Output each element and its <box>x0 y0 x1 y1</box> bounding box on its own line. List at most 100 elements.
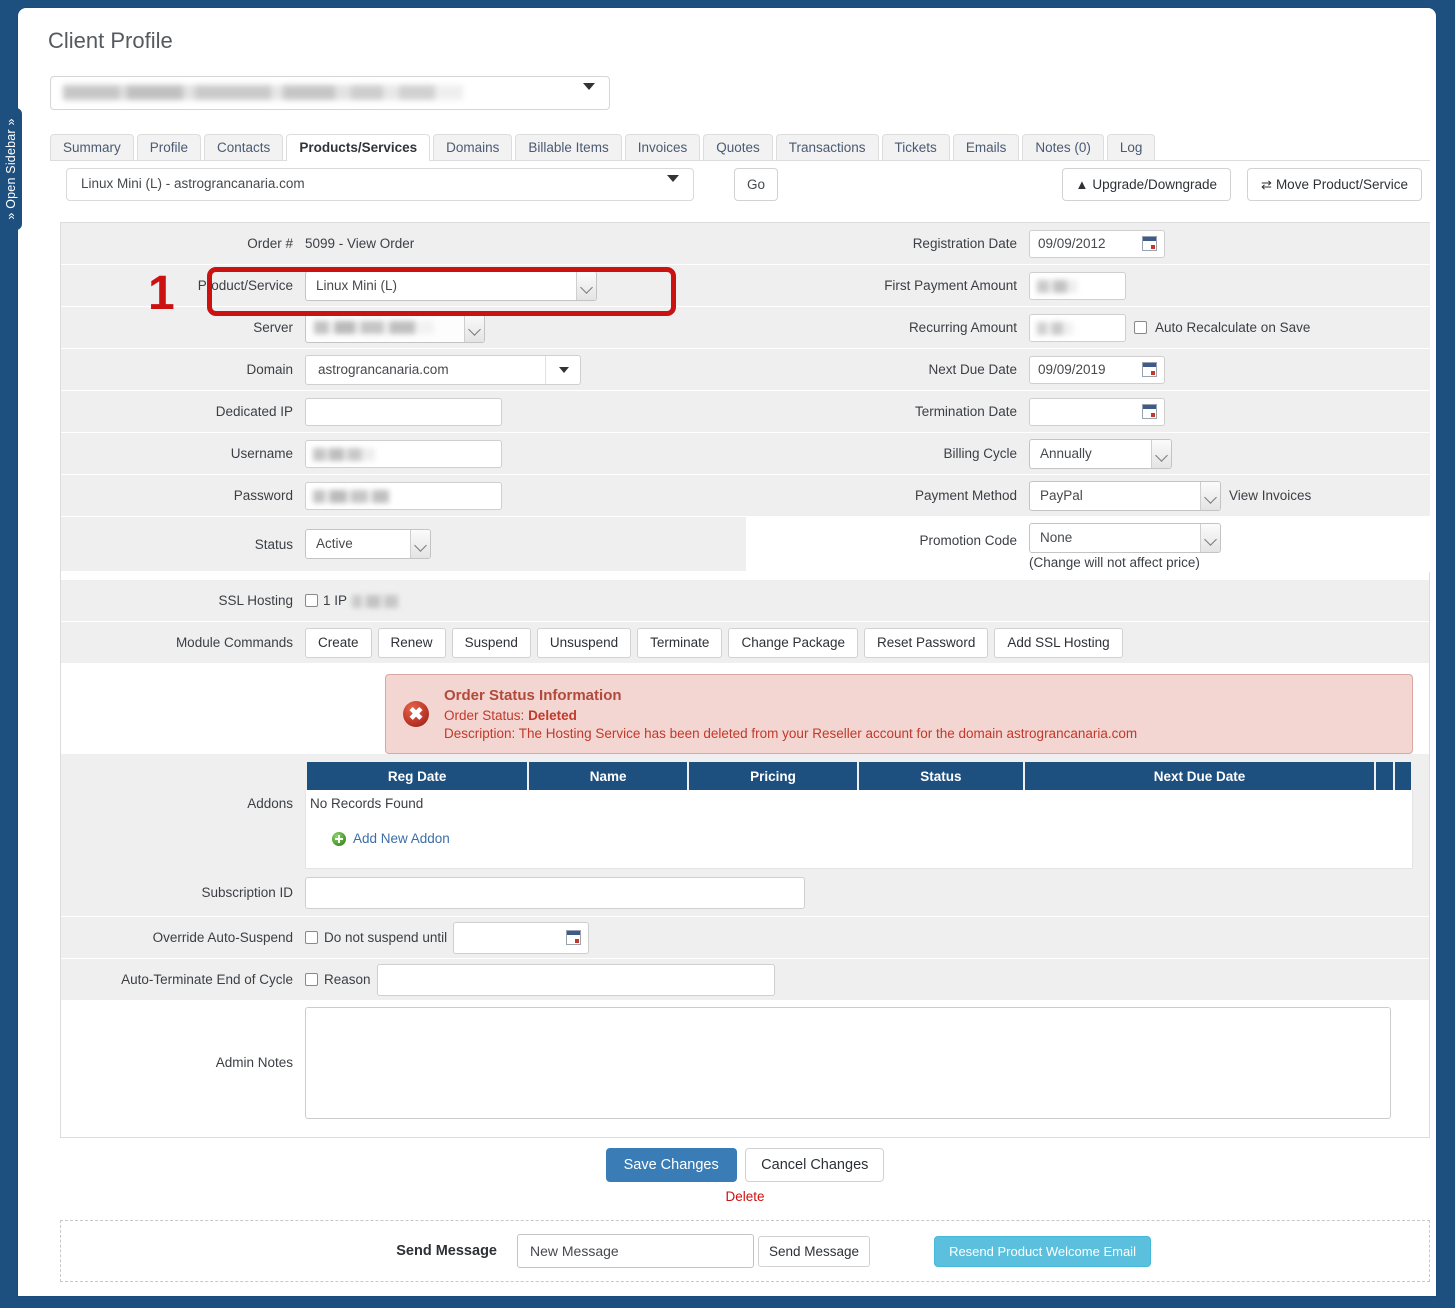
product-service-selector[interactable]: Linux Mini (L) - astrograncanaria.com <box>66 168 694 201</box>
addons-col-next-due-date[interactable]: Next Due Date <box>1024 762 1375 790</box>
payment-method-select[interactable]: PayPal <box>1029 480 1221 511</box>
product-details-card: Order # 5099 - View Order Product/Servic… <box>60 222 1430 1138</box>
module-command-create[interactable]: Create <box>305 627 372 658</box>
domain-select[interactable]: astrograncanaria.com <box>305 354 581 388</box>
chevron-down-icon <box>464 313 484 342</box>
first-payment-input[interactable] <box>1029 271 1126 300</box>
addons-section: Addons Reg Date Name Pricing Status Next… <box>61 754 1429 869</box>
payment-method-value: PayPal <box>1040 487 1083 503</box>
calendar-icon[interactable] <box>566 929 582 945</box>
payment-method-label: Payment Method <box>914 488 1017 503</box>
module-command-change-package[interactable]: Change Package <box>728 627 859 658</box>
open-sidebar-tab[interactable]: » Open Sidebar » <box>0 108 22 230</box>
registration-date-field[interactable] <box>1029 229 1165 258</box>
module-command-renew[interactable]: Renew <box>377 627 446 658</box>
do-not-suspend-date-field[interactable] <box>453 921 590 954</box>
tab-emails[interactable]: Emails <box>952 134 1020 161</box>
tab-profile[interactable]: Profile <box>136 134 202 161</box>
module-command-suspend[interactable]: Suspend <box>451 627 531 658</box>
product-service-select-value: Linux Mini (L) <box>316 277 398 293</box>
tab-products-services[interactable]: Products/Services <box>286 134 431 161</box>
username-input[interactable] <box>305 439 502 468</box>
tab-notes[interactable]: Notes (0) <box>1022 134 1104 161</box>
tab-contacts[interactable]: Contacts <box>204 134 284 161</box>
module-command-terminate[interactable]: Terminate <box>637 627 723 658</box>
client-selector[interactable] <box>50 76 610 110</box>
tab-billable-items[interactable]: Billable Items <box>515 134 622 161</box>
auto-recalculate-checkbox[interactable] <box>1134 321 1147 334</box>
resend-welcome-email-button[interactable]: Resend Product Welcome Email <box>934 1235 1151 1267</box>
row-first-payment: First Payment Amount <box>746 265 1430 307</box>
recurring-amount-input[interactable] <box>1029 313 1126 342</box>
row-password: Password <box>61 475 746 517</box>
calendar-icon[interactable] <box>1142 361 1157 377</box>
tab-domains[interactable]: Domains <box>433 134 513 161</box>
calendar-icon[interactable] <box>1142 235 1157 251</box>
tab-invoices[interactable]: Invoices <box>624 134 701 161</box>
row-promotion-code: Promotion Code None (Change will not aff… <box>746 517 1430 572</box>
tab-summary[interactable]: Summary <box>50 134 134 161</box>
save-changes-button[interactable]: Save Changes <box>605 1148 737 1182</box>
override-auto-suspend-label: Override Auto-Suspend <box>152 930 293 945</box>
termination-date-field[interactable] <box>1029 397 1165 426</box>
tab-tickets[interactable]: Tickets <box>881 134 950 161</box>
go-button[interactable]: Go <box>734 168 778 201</box>
row-payment-method: Payment Method PayPal View Invoices <box>746 475 1430 517</box>
password-input[interactable] <box>305 481 502 510</box>
view-invoices-link[interactable]: View Invoices <box>1229 488 1311 503</box>
status-select[interactable]: Active <box>305 529 431 559</box>
recurring-amount-label: Recurring Amount <box>908 320 1017 335</box>
row-termination-date: Termination Date <box>746 391 1430 433</box>
cancel-changes-button[interactable]: Cancel Changes <box>745 1148 885 1182</box>
subscription-id-input[interactable] <box>305 876 805 909</box>
product-service-selector-value: Linux Mini (L) - astrograncanaria.com <box>81 176 305 191</box>
row-billing-cycle: Billing Cycle Annually <box>746 433 1430 475</box>
admin-notes-textarea[interactable] <box>305 1006 1391 1119</box>
addons-col-extra-2 <box>1394 762 1411 790</box>
calendar-icon[interactable] <box>1142 403 1157 419</box>
send-message-button[interactable]: Send Message <box>758 1235 871 1267</box>
add-new-addon-button[interactable]: Add New Addon <box>332 831 450 846</box>
row-override-auto-suspend: Override Auto-Suspend Do not suspend unt… <box>61 917 1429 959</box>
auto-terminate-checkbox[interactable] <box>305 973 318 986</box>
annotation-step-number: 1 <box>148 267 175 320</box>
module-command-reset-password[interactable]: Reset Password <box>864 627 989 658</box>
product-service-select[interactable]: Linux Mini (L) <box>305 270 597 301</box>
row-subscription-id: Subscription ID <box>61 869 1429 917</box>
promotion-code-label: Promotion Code <box>919 533 1017 548</box>
upgrade-downgrade-button[interactable]: ▲ Upgrade/Downgrade <box>1061 168 1231 201</box>
addons-col-pricing[interactable]: Pricing <box>688 762 857 790</box>
row-status: Status Active <box>61 517 746 572</box>
tab-transactions[interactable]: Transactions <box>775 134 879 161</box>
dedicated-ip-input[interactable] <box>305 397 502 426</box>
order-label: Order # <box>247 236 293 251</box>
page-title: Client Profile <box>48 28 173 53</box>
tab-quotes[interactable]: Quotes <box>703 134 773 161</box>
chevron-down-icon <box>576 271 596 300</box>
order-value[interactable]: 5099 - View Order <box>305 236 414 251</box>
addons-col-status[interactable]: Status <box>858 762 1023 790</box>
message-type-select[interactable]: New Message <box>517 1234 754 1268</box>
module-command-add-ssl-hosting[interactable]: Add SSL Hosting <box>994 627 1123 658</box>
auto-terminate-reason-input[interactable] <box>376 963 775 996</box>
addons-col-name[interactable]: Name <box>529 762 687 790</box>
server-select[interactable] <box>305 312 485 343</box>
addons-table-header-row: Reg Date Name Pricing Status Next Due Da… <box>307 762 1411 790</box>
billing-cycle-select[interactable]: Annually <box>1029 438 1172 469</box>
delete-link[interactable]: Delete <box>60 1189 1430 1204</box>
arrow-up-circle-icon: ▲ <box>1075 177 1089 192</box>
row-username: Username <box>61 433 746 475</box>
promotion-code-select[interactable]: None <box>1029 523 1221 553</box>
auto-terminate-reason-label: Reason <box>324 972 371 987</box>
ssl-hosting-checkbox[interactable] <box>305 594 318 607</box>
addons-col-reg-date[interactable]: Reg Date <box>307 762 528 790</box>
override-auto-suspend-checkbox[interactable] <box>305 931 318 944</box>
next-due-date-field[interactable] <box>1029 355 1165 384</box>
module-command-unsuspend[interactable]: Unsuspend <box>536 627 632 658</box>
move-product-service-button[interactable]: ⇄ Move Product/Service <box>1247 168 1422 201</box>
status-select-value: Active <box>316 536 353 551</box>
tab-log[interactable]: Log <box>1106 134 1156 161</box>
client-profile-page: Client Profile Summary Profile Contacts … <box>18 8 1436 1296</box>
domain-label: Domain <box>246 362 293 377</box>
product-toolbar: Linux Mini (L) - astrograncanaria.com Go… <box>50 168 1430 204</box>
